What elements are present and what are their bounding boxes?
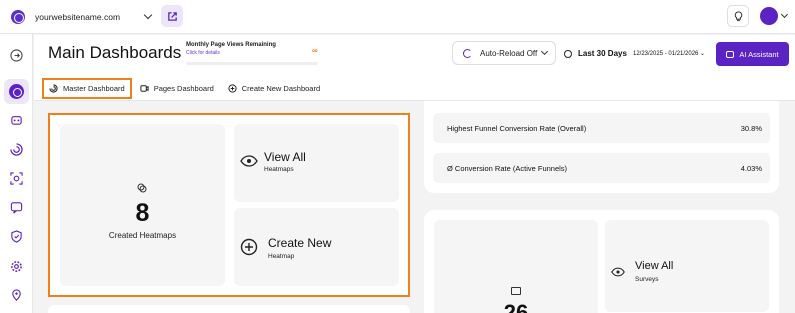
lightbulb-icon xyxy=(734,10,742,21)
ai-assistant-label: AI Assistant xyxy=(739,49,779,59)
date-range-dates[interactable]: 12/23/2025 - 01/21/2026 ⌄ xyxy=(633,50,705,57)
reload-icon xyxy=(463,48,472,58)
eye-icon xyxy=(611,267,625,277)
metric-label: Highest Funnel Conversion Rate (Overall) xyxy=(447,124,587,133)
view-all-subtitle: Heatmaps xyxy=(264,166,294,173)
sidebar-item-toggle[interactable] xyxy=(9,48,24,63)
sidebar-item-settings[interactable] xyxy=(9,259,24,274)
tab-label: Master Dashboard xyxy=(63,84,125,93)
page-title: Main Dashboards xyxy=(48,43,182,62)
metric-value: 30.8% xyxy=(740,124,762,133)
shield-icon xyxy=(11,230,22,243)
view-all-subtitle: Surveys xyxy=(635,276,659,283)
auto-reload-dropdown[interactable]: Auto-Reload Off xyxy=(452,41,556,65)
surveys-count: 26 xyxy=(503,300,529,313)
date-range-selector[interactable]: Last 30 Days xyxy=(564,49,627,58)
view-all-title: View All xyxy=(635,260,674,272)
page-views-title: Monthly Page Views Remaining xyxy=(186,42,276,48)
tab-create-new-dashboard[interactable]: Create New Dashboard xyxy=(228,78,320,99)
plus-circle-icon xyxy=(228,84,237,93)
chevron-down-icon xyxy=(540,47,549,56)
globe-icon xyxy=(11,10,25,24)
eye-icon xyxy=(240,155,258,167)
chevron-down-icon xyxy=(143,10,153,20)
ideas-button[interactable] xyxy=(727,5,749,27)
date-range-label: Last 30 Days xyxy=(578,49,627,58)
funnel-metric-row: Highest Funnel Conversion Rate (Overall)… xyxy=(433,113,770,143)
plus-circle-icon xyxy=(240,238,258,256)
funnel-metric-row: Ø Conversion Rate (Active Funnels) 4.03% xyxy=(433,153,770,183)
auto-reload-label: Auto-Reload Off xyxy=(480,48,538,58)
create-new-title: Create New xyxy=(268,236,332,250)
sidebar-item-security[interactable] xyxy=(9,229,24,244)
gear-icon xyxy=(11,261,22,272)
create-new-heatmap-card[interactable]: Create New Heatmap xyxy=(234,208,399,286)
website-name: yourwebsitename.com xyxy=(35,12,121,22)
sidebar-toggle-icon xyxy=(10,49,23,62)
page-views-details-link[interactable]: Click for details xyxy=(186,50,318,56)
robot-icon xyxy=(11,116,22,125)
chat-icon xyxy=(10,202,23,214)
open-website-button[interactable] xyxy=(161,5,183,27)
view-all-title: View All xyxy=(264,150,306,164)
page-views-value: ∞ xyxy=(312,46,318,55)
tab-pages-dashboard[interactable]: Pages Dashboard xyxy=(140,78,214,99)
created-surveys-card: 26 xyxy=(434,220,598,313)
sidebar-item-recordings[interactable] xyxy=(9,171,24,186)
sidebar-item-heatmaps[interactable] xyxy=(9,142,24,157)
create-new-subtitle: Heatmap xyxy=(268,253,295,260)
heatmap-icon xyxy=(10,143,23,156)
heatmap-icon xyxy=(49,84,58,93)
chat-icon xyxy=(726,50,735,58)
sidebar-item-surveys[interactable] xyxy=(9,200,24,215)
top-bar: yourwebsitename.com xyxy=(0,0,795,34)
heatmaps-count: 8 xyxy=(135,199,150,227)
tab-master-dashboard[interactable]: Master Dashboard xyxy=(42,78,132,99)
page-views-bar xyxy=(186,62,318,65)
dashboard-tabs: Master Dashboard Pages Dashboard Create … xyxy=(42,78,334,99)
view-all-surveys-card[interactable]: View All Surveys xyxy=(605,220,769,312)
video-icon xyxy=(140,85,149,92)
dashboard-icon xyxy=(9,84,24,99)
funnels-widget: Highest Funnel Conversion Rate (Overall)… xyxy=(424,101,779,193)
sidebar xyxy=(0,34,33,313)
date-range-value: 12/23/2025 - 01/21/2026 xyxy=(633,51,699,57)
clock-icon xyxy=(564,49,572,58)
location-pin-icon xyxy=(12,289,21,301)
recording-icon xyxy=(10,172,23,185)
avatar[interactable] xyxy=(760,7,778,25)
external-link-icon xyxy=(167,11,177,21)
heatmap-icon xyxy=(137,183,147,193)
survey-icon xyxy=(511,287,521,295)
next-widget xyxy=(48,305,410,313)
metric-label: Ø Conversion Rate (Active Funnels) xyxy=(447,164,568,173)
metric-value: 4.03% xyxy=(740,164,762,173)
tab-label: Create New Dashboard xyxy=(241,84,321,93)
ai-assistant-button[interactable]: AI Assistant xyxy=(716,42,789,66)
sidebar-item-dashboard[interactable] xyxy=(4,79,29,104)
tab-label: Pages Dashboard xyxy=(153,84,214,93)
sidebar-item-location[interactable] xyxy=(9,288,24,303)
created-heatmaps-card: 8 Created Heatmaps xyxy=(60,124,225,286)
page-views-widget[interactable]: Monthly Page Views Remaining Click for d… xyxy=(186,42,318,65)
heatmaps-count-label: Created Heatmaps xyxy=(108,231,177,240)
view-all-heatmaps-card[interactable]: View All Heatmaps xyxy=(234,124,399,202)
website-selector[interactable]: yourwebsitename.com xyxy=(11,6,153,28)
sidebar-item-tracking[interactable] xyxy=(9,112,24,127)
heatmaps-widget: 8 Created Heatmaps View All Heatmaps Cre… xyxy=(48,113,410,297)
surveys-widget: 26 View All Surveys xyxy=(424,210,779,313)
dashboard-header: Main Dashboards Monthly Page Views Remai… xyxy=(34,35,795,101)
chevron-down-icon[interactable] xyxy=(780,10,789,19)
